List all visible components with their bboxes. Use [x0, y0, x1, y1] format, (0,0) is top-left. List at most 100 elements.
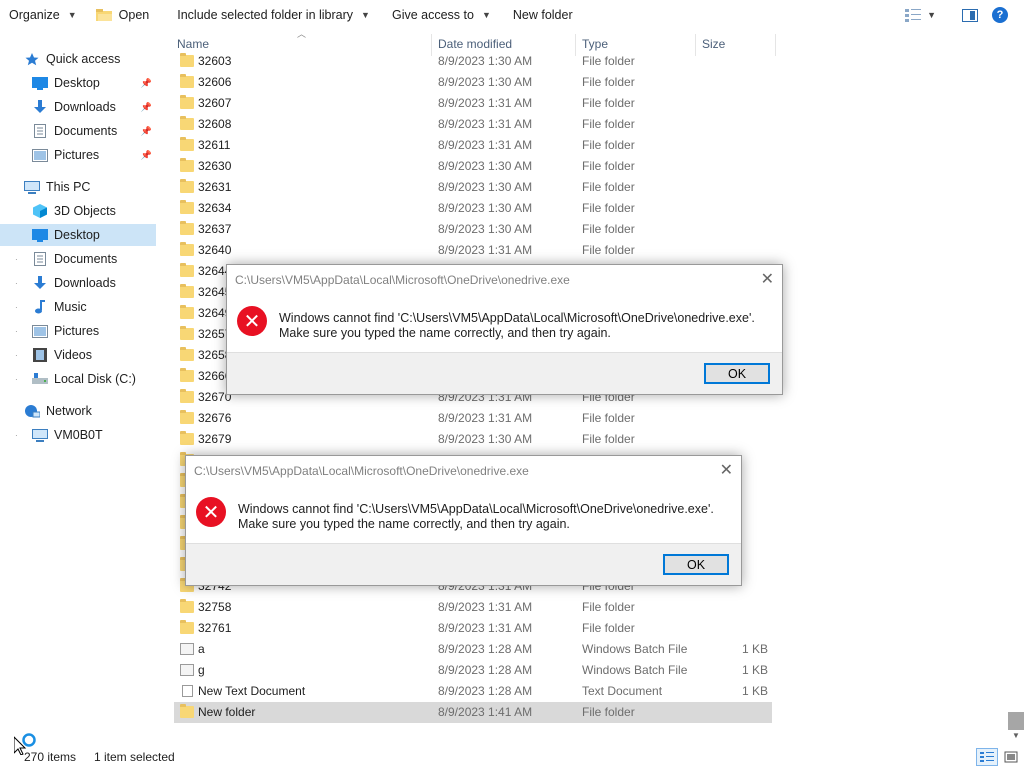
file-row[interactable]: New folder 8/9/2023 1:41 AM File folder: [174, 702, 772, 723]
scroll-thumb[interactable]: [1008, 712, 1024, 730]
change-view-icon[interactable]: [905, 8, 922, 22]
expand-chevron-icon[interactable]: ·: [15, 255, 18, 264]
file-row[interactable]: 32606 8/9/2023 1:30 AM File folder: [174, 72, 772, 93]
file-row[interactable]: 32631 8/9/2023 1:30 AM File folder: [174, 177, 772, 198]
nav-documents[interactable]: · Documents: [0, 248, 156, 270]
file-row[interactable]: 32634 8/9/2023 1:30 AM File folder: [174, 198, 772, 219]
nav-desktop[interactable]: Desktop: [0, 224, 156, 246]
folder-icon: [180, 431, 194, 445]
include-in-library-button[interactable]: Include selected folder in library ▼: [168, 0, 379, 30]
chevron-down-icon: ▼: [481, 10, 491, 20]
preview-pane-icon[interactable]: [962, 8, 978, 22]
nav-network[interactable]: Network: [0, 400, 156, 422]
file-row[interactable]: a 8/9/2023 1:28 AM Windows Batch File 1 KB: [174, 639, 772, 660]
nav-label: Quick access: [46, 52, 121, 66]
chevron-down-icon: ▼: [67, 10, 77, 20]
folder-icon: [180, 284, 194, 298]
file-row[interactable]: 32679 8/9/2023 1:30 AM File folder: [174, 429, 772, 450]
pictures-icon: [32, 324, 48, 338]
nav-qa-desktop[interactable]: Desktop 📌: [0, 72, 156, 94]
file-date: 8/9/2023 1:31 AM: [438, 243, 533, 257]
expand-chevron-icon[interactable]: ·: [15, 279, 18, 288]
pin-icon[interactable]: 📌: [141, 78, 152, 89]
nav-vm0b0t[interactable]: · VM0B0T: [0, 424, 156, 446]
file-row[interactable]: 32607 8/9/2023 1:31 AM File folder: [174, 93, 772, 114]
folder-icon: [180, 599, 194, 613]
file-row[interactable]: g 8/9/2023 1:28 AM Windows Batch File 1 KB: [174, 660, 772, 681]
file-type: File folder: [582, 600, 635, 614]
file-type: File folder: [582, 411, 635, 425]
file-type: File folder: [582, 201, 635, 215]
nav-local-disk[interactable]: · Local Disk (C:): [0, 368, 156, 390]
scroll-down-arrow-icon[interactable]: ▼: [1008, 731, 1024, 741]
nav-label: 3D Objects: [54, 204, 116, 218]
nav-qa-pictures[interactable]: Pictures 📌: [0, 144, 156, 166]
ok-button[interactable]: OK: [663, 554, 729, 575]
close-icon[interactable]: ✕: [720, 460, 733, 480]
pin-icon[interactable]: 📌: [141, 150, 152, 161]
file-row[interactable]: 32640 8/9/2023 1:31 AM File folder: [174, 240, 772, 261]
give-access-button[interactable]: Give access to ▼: [383, 0, 500, 30]
file-type: File folder: [582, 54, 635, 68]
column-divider[interactable]: [775, 34, 776, 56]
pin-icon[interactable]: 📌: [141, 102, 152, 113]
download-arrow-icon: [32, 276, 48, 290]
expand-chevron-icon[interactable]: ·: [15, 431, 18, 440]
file-name: 32640: [198, 243, 232, 257]
nav-qa-documents[interactable]: Documents 📌: [0, 120, 156, 142]
file-name: 32611: [198, 138, 231, 152]
large-icons-view-icon[interactable]: [1000, 748, 1022, 766]
details-view-icon[interactable]: [976, 748, 998, 766]
vertical-scrollbar[interactable]: [1008, 48, 1024, 738]
dialog-message-line1: Windows cannot find 'C:\Users\VM5\AppDat…: [279, 311, 755, 325]
expand-chevron-icon[interactable]: ·: [15, 327, 18, 336]
dialog-message-line2: Make sure you typed the name correctly, …: [238, 517, 570, 531]
folder-icon: [180, 368, 194, 382]
file-name: g: [198, 663, 205, 677]
nav-pictures[interactable]: · Pictures: [0, 320, 156, 342]
nav-quick-access[interactable]: Quick access: [0, 48, 156, 70]
file-row[interactable]: 32758 8/9/2023 1:31 AM File folder: [174, 597, 772, 618]
dialog-message: Windows cannot find 'C:\Users\VM5\AppDat…: [279, 311, 755, 341]
close-icon[interactable]: ✕: [761, 269, 774, 289]
file-date: 8/9/2023 1:31 AM: [438, 600, 533, 614]
folder-icon: [180, 347, 194, 361]
file-type: File folder: [582, 243, 635, 257]
view-chevron-down-icon[interactable]: ▼: [927, 10, 936, 20]
file-row[interactable]: 32630 8/9/2023 1:30 AM File folder: [174, 156, 772, 177]
help-icon[interactable]: ?: [992, 7, 1008, 23]
file-date: 8/9/2023 1:30 AM: [438, 159, 533, 173]
file-row[interactable]: 32611 8/9/2023 1:31 AM File folder: [174, 135, 772, 156]
nav-qa-downloads[interactable]: Downloads 📌: [0, 96, 156, 118]
nav-this-pc[interactable]: This PC: [0, 176, 156, 198]
file-row[interactable]: 32676 8/9/2023 1:31 AM File folder: [174, 408, 772, 429]
new-folder-button[interactable]: New folder: [504, 0, 582, 30]
organize-button[interactable]: Organize ▼: [0, 0, 86, 30]
batch-file-icon: [180, 643, 194, 655]
file-size: 1 KB: [741, 684, 768, 698]
nav-label: This PC: [46, 180, 91, 194]
file-row[interactable]: New Text Document 8/9/2023 1:28 AM Text Do…: [174, 681, 772, 702]
ok-button[interactable]: OK: [704, 363, 770, 384]
computer-icon: [32, 428, 48, 442]
give-access-label: Give access to: [391, 8, 474, 22]
nav-videos[interactable]: · Videos: [0, 344, 156, 366]
pin-icon[interactable]: 📌: [141, 126, 152, 137]
file-row[interactable]: 32637 8/9/2023 1:30 AM File folder: [174, 219, 772, 240]
file-row[interactable]: 32761 8/9/2023 1:31 AM File folder: [174, 618, 772, 639]
folder-icon: [180, 74, 194, 88]
expand-chevron-icon[interactable]: ·: [15, 375, 18, 384]
open-button[interactable]: Open: [86, 0, 159, 30]
nav-downloads[interactable]: · Downloads: [0, 272, 156, 294]
nav-3d-objects[interactable]: 3D Objects: [0, 200, 156, 222]
file-row[interactable]: 32603 8/9/2023 1:30 AM File folder: [174, 51, 772, 72]
nav-music[interactable]: · Music: [0, 296, 156, 318]
expand-chevron-icon[interactable]: ·: [15, 351, 18, 360]
file-name: 32758: [198, 600, 232, 614]
expand-chevron-icon[interactable]: ·: [15, 303, 18, 312]
file-date: 8/9/2023 1:30 AM: [438, 54, 533, 68]
dialog-footer: OK: [186, 543, 741, 585]
file-name: 32637: [198, 222, 232, 236]
file-size: 1 KB: [741, 663, 768, 677]
file-row[interactable]: 32608 8/9/2023 1:31 AM File folder: [174, 114, 772, 135]
